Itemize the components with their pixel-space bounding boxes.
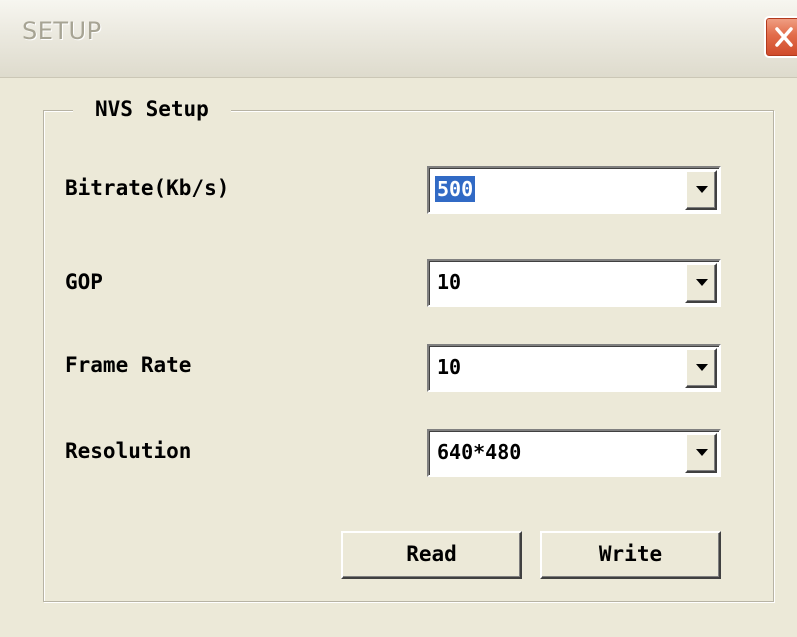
read-button[interactable]: Read bbox=[341, 531, 522, 579]
frame-rate-label: Frame Rate bbox=[65, 353, 192, 377]
write-button[interactable]: Write bbox=[540, 531, 721, 579]
bitrate-combobox[interactable]: 500 bbox=[427, 166, 721, 214]
resolution-dropdown-button[interactable] bbox=[685, 433, 717, 473]
resolution-combobox[interactable]: 640*480 bbox=[427, 429, 721, 477]
bitrate-value[interactable]: 500 bbox=[435, 176, 476, 202]
gop-combobox[interactable]: 10 bbox=[427, 259, 721, 307]
frame-rate-value[interactable]: 10 bbox=[435, 354, 463, 380]
gop-dropdown-button[interactable] bbox=[685, 263, 717, 303]
title-bar[interactable]: SETUP bbox=[0, 0, 797, 78]
gop-value[interactable]: 10 bbox=[435, 269, 463, 295]
bitrate-dropdown-button[interactable] bbox=[685, 170, 717, 210]
frame-rate-combobox[interactable]: 10 bbox=[427, 344, 721, 392]
resolution-value[interactable]: 640*480 bbox=[435, 439, 523, 465]
bitrate-label: Bitrate(Kb/s) bbox=[65, 176, 230, 200]
groupbox-title: NVS Setup bbox=[73, 95, 231, 123]
gop-label: GOP bbox=[65, 270, 103, 294]
resolution-label: Resolution bbox=[65, 439, 192, 463]
close-button[interactable] bbox=[764, 16, 797, 58]
window-title: SETUP bbox=[22, 17, 102, 45]
setup-dialog: SETUP NVS Setup Bitrate(Kb/s) 500 GOP 10… bbox=[0, 0, 797, 637]
frame-rate-dropdown-button[interactable] bbox=[685, 348, 717, 388]
